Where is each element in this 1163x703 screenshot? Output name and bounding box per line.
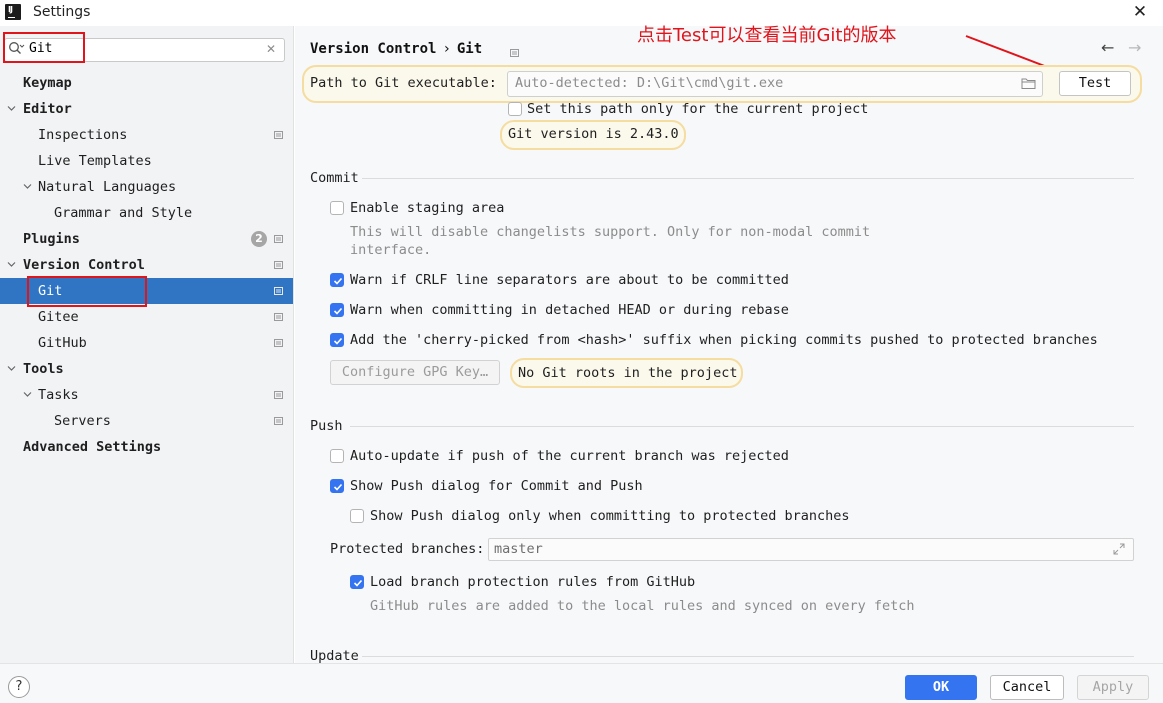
- chevron-down-icon[interactable]: [7, 364, 16, 373]
- breadcrumb: Version Control › Git: [310, 41, 482, 57]
- project-settings-icon: [274, 313, 283, 321]
- app-icon: IJ: [5, 4, 21, 20]
- sidebar-item-plugins[interactable]: Plugins 2: [0, 226, 293, 252]
- show-push-dialog-label: Show Push dialog for Commit and Push: [350, 478, 643, 494]
- protected-branches-value[interactable]: master: [494, 541, 543, 557]
- project-settings-icon: [274, 287, 283, 295]
- chevron-down-icon[interactable]: [7, 260, 16, 269]
- test-button[interactable]: Test: [1059, 71, 1131, 96]
- folder-icon[interactable]: [1021, 77, 1036, 90]
- show-push-dialog-checkbox[interactable]: [330, 479, 344, 493]
- git-version-text: Git version is 2.43.0: [508, 126, 679, 142]
- staging-hint-line-1: This will disable changelists support. O…: [350, 224, 871, 240]
- protected-branches-label: Protected branches:: [330, 541, 485, 557]
- section-title-push: Push: [310, 418, 343, 434]
- section-divider: [362, 656, 1134, 657]
- plugins-count-badge: 2: [251, 231, 267, 247]
- breadcrumb-parent[interactable]: Version Control: [310, 41, 436, 57]
- show-push-protected-label: Show Push dialog only when committing to…: [370, 508, 850, 524]
- breadcrumb-current: Git: [456, 41, 483, 57]
- section-title-commit: Commit: [310, 170, 359, 186]
- ok-button[interactable]: OK: [905, 675, 977, 700]
- clear-search-icon[interactable]: ✕: [265, 40, 277, 58]
- section-divider: [362, 178, 1134, 179]
- cancel-button[interactable]: Cancel: [990, 675, 1064, 700]
- project-settings-icon: [510, 46, 519, 57]
- sidebar-item-github[interactable]: GitHub: [0, 330, 293, 356]
- configure-gpg-button[interactable]: Configure GPG Key…: [330, 360, 500, 385]
- cherry-pick-checkbox[interactable]: [330, 333, 344, 347]
- sidebar-item-natural-languages[interactable]: Natural Languages: [0, 174, 293, 200]
- sidebar-item-inspections[interactable]: Inspections: [0, 122, 293, 148]
- close-icon[interactable]: ✕: [1131, 2, 1149, 22]
- no-git-roots-text: No Git roots in the project: [518, 365, 738, 381]
- show-push-protected-checkbox[interactable]: [350, 509, 364, 523]
- section-title-update: Update: [310, 648, 359, 664]
- warn-detached-label: Warn when committing in detached HEAD or…: [350, 302, 789, 318]
- help-button[interactable]: ?: [8, 676, 30, 698]
- project-settings-icon: [274, 391, 283, 399]
- chevron-down-icon[interactable]: [23, 390, 32, 399]
- chevron-down-icon[interactable]: [23, 182, 32, 191]
- annotation-box-search: [3, 32, 85, 63]
- project-settings-icon: [274, 261, 283, 269]
- sidebar-item-live-templates[interactable]: Live Templates: [0, 148, 293, 174]
- sidebar-item-keymap[interactable]: Keymap: [0, 70, 293, 96]
- sidebar-item-gitee[interactable]: Gitee: [0, 304, 293, 330]
- project-settings-icon: [274, 417, 283, 425]
- load-rules-label: Load branch protection rules from GitHub: [370, 574, 696, 590]
- dialog-footer: [0, 663, 1163, 703]
- warn-crlf-label: Warn if CRLF line separators are about t…: [350, 272, 789, 288]
- sidebar-item-version-control[interactable]: Version Control: [0, 252, 293, 278]
- rules-hint: GitHub rules are added to the local rule…: [370, 598, 915, 614]
- load-rules-checkbox[interactable]: [350, 575, 364, 589]
- sidebar-item-advanced-settings[interactable]: Advanced Settings: [0, 434, 293, 460]
- forward-arrow-icon[interactable]: →: [1128, 38, 1146, 58]
- back-arrow-icon[interactable]: ←: [1101, 38, 1119, 58]
- project-settings-icon: [274, 339, 283, 347]
- auto-update-label: Auto-update if push of the current branc…: [350, 448, 789, 464]
- staging-hint-line-2: interface.: [350, 242, 432, 258]
- sidebar-item-editor[interactable]: Editor: [0, 96, 293, 122]
- apply-button[interactable]: Apply: [1077, 675, 1149, 700]
- chevron-down-icon[interactable]: [7, 104, 16, 113]
- warn-detached-checkbox[interactable]: [330, 303, 344, 317]
- project-only-checkbox[interactable]: [508, 102, 522, 116]
- auto-update-checkbox[interactable]: [330, 449, 344, 463]
- breadcrumb-separator: ›: [442, 41, 451, 57]
- window-title: Settings: [33, 4, 91, 20]
- sidebar-item-tasks[interactable]: Tasks: [0, 382, 293, 408]
- warn-crlf-checkbox[interactable]: [330, 273, 344, 287]
- sidebar-item-tools[interactable]: Tools: [0, 356, 293, 382]
- annotation-box-git: [27, 276, 147, 307]
- section-divider: [350, 426, 1134, 427]
- expand-icon[interactable]: [1113, 543, 1125, 555]
- cherry-pick-label: Add the 'cherry-picked from <hash>' suff…: [350, 332, 1098, 348]
- git-path-label: Path to Git executable:: [310, 75, 497, 91]
- sidebar-item-grammar-and-style[interactable]: Grammar and Style: [0, 200, 293, 226]
- enable-staging-label: Enable staging area: [350, 200, 505, 216]
- git-path-placeholder[interactable]: Auto-detected: D:\Git\cmd\git.exe: [515, 75, 783, 91]
- protected-branches-field[interactable]: [488, 538, 1134, 561]
- sidebar-item-servers[interactable]: Servers: [0, 408, 293, 434]
- project-settings-icon: [274, 235, 283, 243]
- title-bar: [0, 0, 1163, 26]
- enable-staging-checkbox[interactable]: [330, 201, 344, 215]
- annotation-text: 点击Test可以查看当前Git的版本: [637, 25, 897, 46]
- project-only-label: Set this path only for the current proje…: [527, 101, 869, 117]
- project-settings-icon: [274, 131, 283, 139]
